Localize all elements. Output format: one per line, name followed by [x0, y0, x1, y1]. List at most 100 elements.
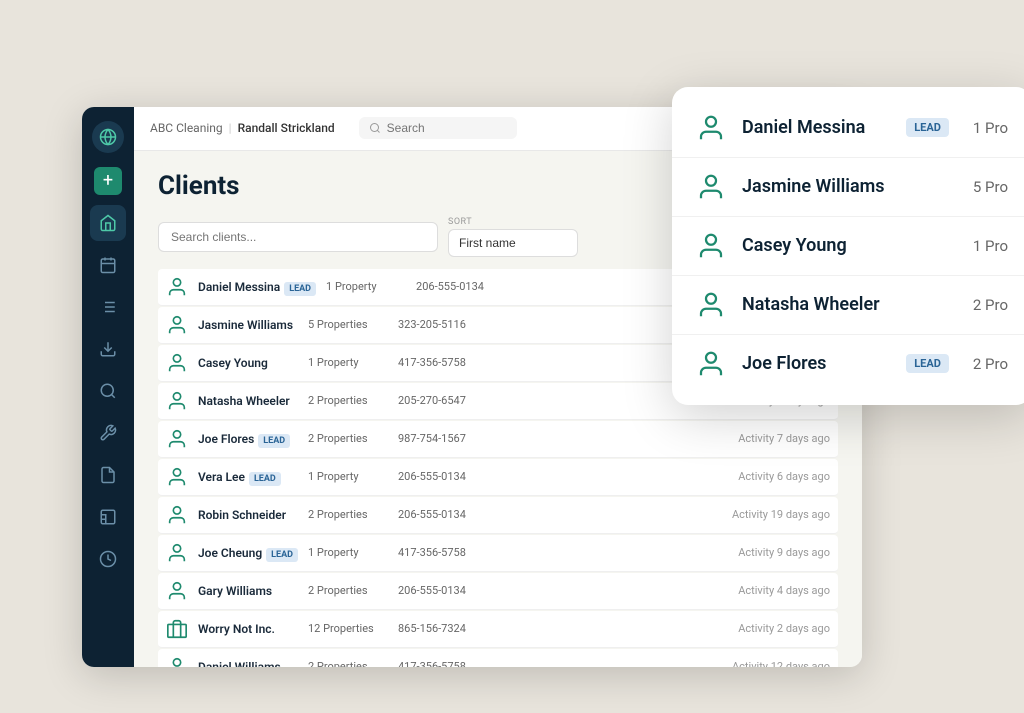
client-phone: 206-555-0134: [398, 470, 488, 483]
person-icon: [166, 504, 188, 526]
popup-row[interactable]: Casey Young 1 Pro: [672, 217, 1024, 276]
brand-name: ABC Cleaning: [150, 121, 223, 135]
client-search-input[interactable]: [158, 222, 438, 252]
sidebar-item-home[interactable]: [90, 205, 126, 241]
client-properties: 5 Properties: [308, 318, 388, 331]
topbar-search-input[interactable]: [387, 121, 507, 135]
person-icon: [166, 352, 188, 374]
sidebar-item-calendar[interactable]: [90, 247, 126, 283]
person-icon: [166, 542, 188, 564]
sidebar-item-doc[interactable]: [90, 457, 126, 493]
person-icon: [696, 290, 726, 320]
client-name: Vera LeeLEAD: [198, 470, 298, 484]
client-properties: 2 Properties: [308, 660, 388, 667]
person-icon: [166, 428, 188, 450]
client-phone: 205-270-6547: [398, 394, 488, 407]
client-activity: Activity 9 days ago: [738, 546, 830, 559]
person-icon: [696, 172, 726, 202]
table-row[interactable]: Vera LeeLEAD 1 Property 206-555-0134 Act…: [158, 459, 838, 496]
sort-select[interactable]: First name Last name Activity: [448, 229, 578, 257]
client-properties: 2 Properties: [308, 394, 388, 407]
person-icon: [166, 656, 188, 667]
sidebar-item-list[interactable]: [90, 289, 126, 325]
popup-client-name: Joe Flores: [742, 353, 890, 374]
sidebar-logo[interactable]: [92, 121, 124, 153]
client-properties: 12 Properties: [308, 622, 388, 635]
sidebar-item-chart[interactable]: [90, 499, 126, 535]
client-activity: Activity 7 days ago: [738, 432, 830, 445]
sort-wrap: SORT First name Last name Activity: [448, 217, 578, 257]
popup-properties: 2 Pro: [973, 355, 1008, 373]
client-phone: 206-555-0134: [398, 584, 488, 597]
popup-properties: 5 Pro: [973, 178, 1008, 196]
person-icon: [696, 231, 726, 261]
popup-client-name: Jasmine Williams: [742, 176, 957, 197]
topbar-brand: ABC Cleaning | Randall Strickland: [150, 121, 335, 135]
popup-row[interactable]: Daniel Messina LEAD 1 Pro: [672, 99, 1024, 158]
client-phone: 323-205-5116: [398, 318, 488, 331]
popup-lead-badge: LEAD: [906, 118, 949, 137]
client-name: Joe CheungLEAD: [198, 546, 298, 560]
client-properties: 1 Property: [326, 280, 406, 293]
client-phone: 417-356-5758: [398, 546, 488, 559]
sidebar-item-clock[interactable]: [90, 541, 126, 577]
client-name: Gary Williams: [198, 584, 298, 598]
popup-properties: 1 Pro: [973, 237, 1008, 255]
client-properties: 2 Properties: [308, 508, 388, 521]
table-row[interactable]: Daniel Williams 2 Properties 417-356-575…: [158, 649, 838, 667]
separator: |: [229, 121, 232, 135]
table-row[interactable]: Gary Williams 2 Properties 206-555-0134 …: [158, 573, 838, 610]
sort-label: SORT: [448, 217, 578, 227]
client-name: Joe FloresLEAD: [198, 432, 298, 446]
client-activity: Activity 19 days ago: [732, 508, 830, 521]
person-icon: [166, 580, 188, 602]
topbar-user: Randall Strickland: [238, 121, 335, 135]
popup-properties: 1 Pro: [973, 119, 1008, 137]
client-activity: Activity 6 days ago: [738, 470, 830, 483]
client-activity: Activity 12 days ago: [732, 660, 830, 667]
popup-client-name: Natasha Wheeler: [742, 294, 957, 315]
sidebar: +: [82, 107, 134, 667]
table-row[interactable]: Joe FloresLEAD 2 Properties 987-754-1567…: [158, 421, 838, 458]
popup-row[interactable]: Jasmine Williams 5 Pro: [672, 158, 1024, 217]
client-name: Worry Not Inc.: [198, 622, 298, 636]
person-icon: [166, 390, 188, 412]
person-icon: [166, 276, 188, 298]
add-button[interactable]: +: [94, 167, 122, 195]
client-name: Natasha Wheeler: [198, 394, 298, 408]
popup-client-name: Daniel Messina: [742, 117, 890, 138]
lead-badge: LEAD: [249, 472, 281, 486]
popup-row[interactable]: Joe Flores LEAD 2 Pro: [672, 335, 1024, 393]
sidebar-item-search[interactable]: [90, 373, 126, 409]
client-properties: 2 Properties: [308, 584, 388, 597]
popup-properties: 2 Pro: [973, 296, 1008, 314]
table-row[interactable]: Worry Not Inc. 12 Properties 865-156-732…: [158, 611, 838, 648]
lead-badge: LEAD: [266, 548, 298, 562]
sidebar-item-tools[interactable]: [90, 415, 126, 451]
search-icon: [369, 122, 381, 134]
popup-lead-badge: LEAD: [906, 354, 949, 373]
topbar-search[interactable]: [359, 117, 517, 139]
popup-card: Daniel Messina LEAD 1 Pro Jasmine Willia…: [672, 87, 1024, 405]
client-phone: 206-555-0134: [416, 280, 506, 293]
table-row[interactable]: Joe CheungLEAD 1 Property 417-356-5758 A…: [158, 535, 838, 572]
client-name: Jasmine Williams: [198, 318, 298, 332]
client-name: Daniel MessinaLEAD: [198, 280, 316, 294]
table-row[interactable]: Robin Schneider 2 Properties 206-555-013…: [158, 497, 838, 534]
client-activity: Activity 4 days ago: [738, 584, 830, 597]
person-icon: [696, 349, 726, 379]
client-phone: 417-356-5758: [398, 356, 488, 369]
client-properties: 1 Property: [308, 546, 388, 559]
person-icon: [166, 314, 188, 336]
lead-badge: LEAD: [284, 282, 316, 296]
popup-client-name: Casey Young: [742, 235, 957, 256]
client-properties: 2 Properties: [308, 432, 388, 445]
client-phone: 987-754-1567: [398, 432, 488, 445]
client-search-wrap[interactable]: [158, 222, 438, 252]
client-phone: 865-156-7324: [398, 622, 488, 635]
sidebar-item-download[interactable]: [90, 331, 126, 367]
popup-row[interactable]: Natasha Wheeler 2 Pro: [672, 276, 1024, 335]
client-properties: 1 Property: [308, 470, 388, 483]
lead-badge: LEAD: [258, 434, 290, 448]
person-icon: [696, 113, 726, 143]
